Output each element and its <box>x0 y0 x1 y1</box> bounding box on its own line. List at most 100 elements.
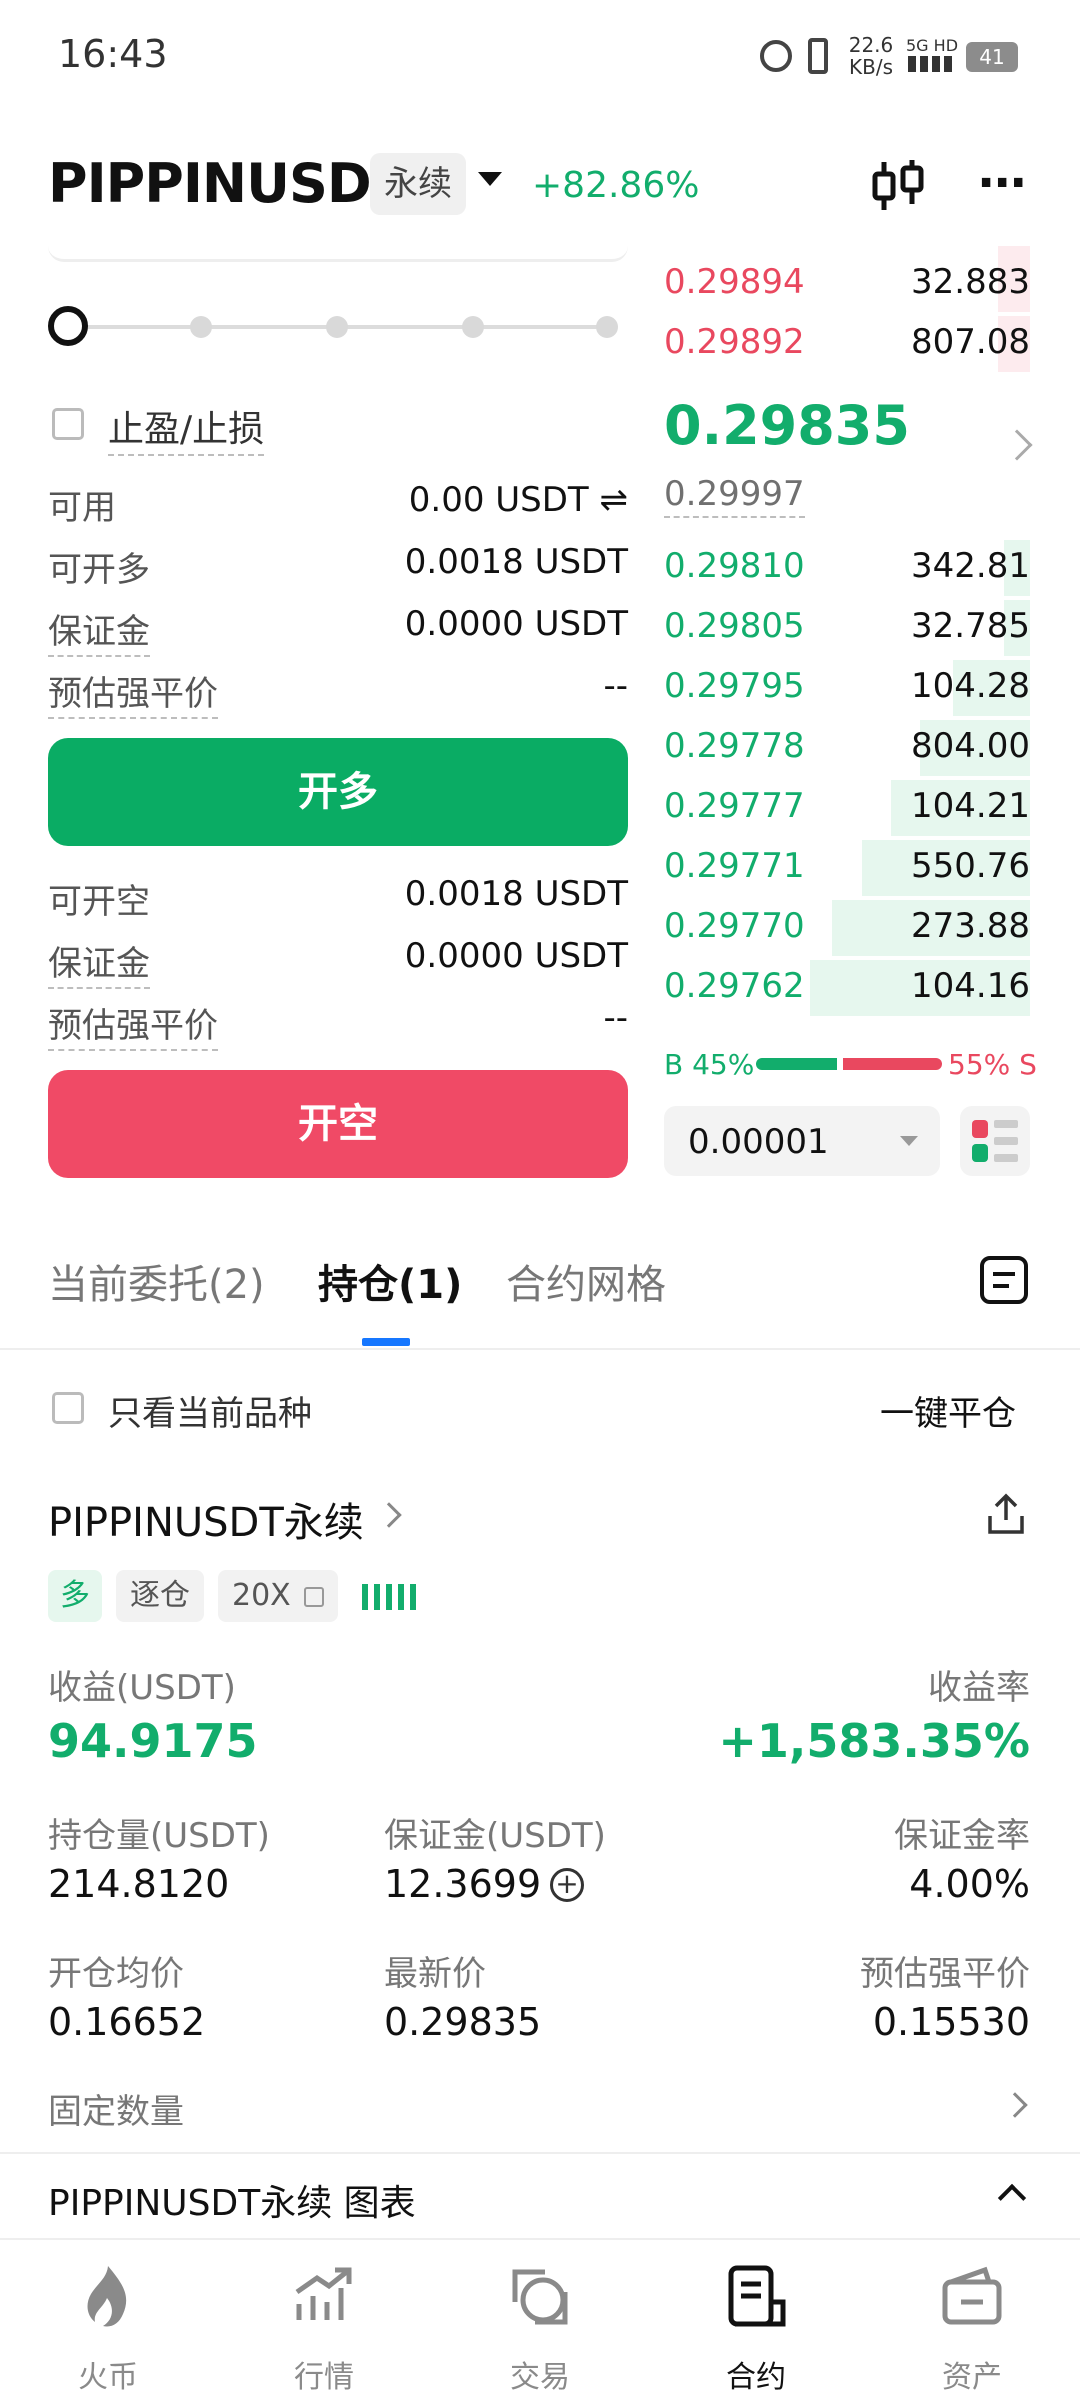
max-short-value: 0.0018 USDT <box>404 874 628 914</box>
last-price-value: 0.29835 <box>384 2000 542 2044</box>
slider-tick-25[interactable] <box>190 316 212 338</box>
margin-mode-badge: 逐仓 <box>116 1570 204 1622</box>
side-badge: 多 <box>48 1570 102 1622</box>
nav-home-label: 火币 <box>78 2360 138 2395</box>
leverage-badge[interactable]: 20X <box>218 1570 339 1622</box>
bid-qty: 104.21 <box>911 786 1030 826</box>
ratio-bar <box>756 1058 942 1070</box>
last-price[interactable]: 0.29835 <box>664 394 910 457</box>
nav-trade[interactable]: 交易 <box>470 2262 610 2396</box>
nav-assets-label: 资产 <box>942 2360 1002 2395</box>
open-short-button[interactable]: 开空 <box>48 1070 628 1178</box>
buy-ratio: B 45% <box>664 1048 755 1081</box>
nav-market-label: 行情 <box>294 2360 354 2395</box>
trend-icon <box>295 2267 352 2320</box>
layout-green-dot <box>972 1144 988 1162</box>
bid-row[interactable]: 0.29778 804.00 <box>664 718 1030 778</box>
bid-row[interactable]: 0.29810 342.81 <box>664 538 1030 598</box>
bid-price: 0.29770 <box>664 906 805 946</box>
close-all-button[interactable]: 一键平仓 <box>880 1386 1016 1435</box>
layout-line <box>994 1120 1018 1128</box>
chevron-right-icon[interactable] <box>376 1502 402 1528</box>
bid-price: 0.29810 <box>664 546 805 586</box>
orderbook-layout-icon[interactable] <box>960 1106 1030 1176</box>
ask-row[interactable]: 0.29892 807.08 <box>664 314 1030 374</box>
tab-positions[interactable]: 持仓(1) <box>318 1252 462 1310</box>
only-current-checkbox[interactable] <box>52 1392 84 1424</box>
bid-row[interactable]: 0.29770 273.88 <box>664 898 1030 958</box>
trade-icon <box>512 2269 568 2325</box>
chevron-right-icon[interactable] <box>1002 2092 1028 2118</box>
only-current-label[interactable]: 只看当前品种 <box>108 1386 312 1435</box>
size-value: 214.8120 <box>48 1862 230 1906</box>
bid-qty: 550.76 <box>911 846 1030 886</box>
bid-row[interactable]: 0.29777 104.21 <box>664 778 1030 838</box>
battery-icon: 41 <box>966 42 1018 72</box>
margin-rate-value: 4.00% <box>909 1862 1030 1906</box>
pair-title[interactable]: PIPPINUSDT <box>48 152 408 215</box>
chevron-right-icon[interactable] <box>1001 429 1033 461</box>
position-title[interactable]: PIPPINUSDT永续 <box>48 1490 364 1548</box>
max-short-label: 可开空 <box>48 882 150 922</box>
open-long-button[interactable]: 开多 <box>48 738 628 846</box>
margin-label: 保证金(USDT) <box>384 1816 606 1856</box>
slider-tick-50[interactable] <box>326 316 348 338</box>
short-liq-value: -- <box>603 998 628 1038</box>
max-long-value: 0.0018 USDT <box>404 542 628 582</box>
bid-row[interactable]: 0.29771 550.76 <box>664 838 1030 898</box>
pnl-value: 94.9175 <box>48 1714 258 1768</box>
contract-type-tag[interactable]: 永续 <box>370 153 466 215</box>
long-liq-label: 预估强平价 <box>48 666 218 719</box>
ratio-bar-buy <box>756 1058 837 1070</box>
share-icon[interactable] <box>984 1492 1028 1536</box>
bid-price: 0.29805 <box>664 606 805 646</box>
nav-home[interactable]: 火币 <box>38 2262 178 2396</box>
slider-tick-100[interactable] <box>596 316 618 338</box>
order-history-icon[interactable] <box>980 1256 1028 1304</box>
ask-price: 0.29894 <box>664 262 805 302</box>
long-liq-value: -- <box>603 666 628 706</box>
tp-sl-label[interactable]: 止盈/止损 <box>108 400 265 456</box>
nav-futures-label: 合约 <box>726 2360 786 2395</box>
fixed-qty-label[interactable]: 固定数量 <box>48 2084 184 2133</box>
tab-active-indicator <box>362 1338 410 1346</box>
tab-divider <box>0 1348 1080 1350</box>
candlestick-chart-icon[interactable] <box>868 156 928 216</box>
bid-row[interactable]: 0.29762 104.16 <box>664 958 1030 1018</box>
tab-current-orders[interactable]: 当前委托(2) <box>48 1252 265 1310</box>
bid-price: 0.29771 <box>664 846 805 886</box>
bid-row[interactable]: 0.29795 104.28 <box>664 658 1030 718</box>
transfer-icon[interactable]: ⇌ <box>600 480 629 520</box>
long-margin-value: 0.0000 USDT <box>404 604 628 644</box>
available-amount: 0.00 USDT <box>408 480 589 520</box>
pair-dropdown-icon[interactable] <box>478 172 502 186</box>
battery-level: 41 <box>979 45 1005 69</box>
slider-tick-75[interactable] <box>462 316 484 338</box>
nav-futures[interactable]: 合约 <box>686 2262 826 2396</box>
input-bottom-edge <box>48 246 628 262</box>
pnl-label: 收益(USDT) <box>48 1668 236 1708</box>
mark-price[interactable]: 0.29997 <box>664 474 805 518</box>
precision-select[interactable]: 0.00001 <box>664 1106 940 1176</box>
leverage-value: 20X <box>232 1578 291 1613</box>
bid-qty: 804.00 <box>911 726 1030 766</box>
layout-red-dot <box>972 1120 988 1138</box>
nav-assets[interactable]: 资产 <box>902 2262 1042 2396</box>
tp-sl-checkbox[interactable] <box>52 408 84 440</box>
slider-handle[interactable] <box>48 306 88 346</box>
amount-slider[interactable] <box>48 306 618 348</box>
bid-qty: 104.16 <box>911 966 1030 1006</box>
more-icon[interactable]: ⋯ <box>978 159 1028 207</box>
chevron-up-icon[interactable] <box>997 2183 1027 2213</box>
roe-label: 收益率 <box>928 1668 1030 1708</box>
add-margin-icon[interactable]: + <box>550 1868 584 1902</box>
ask-row[interactable]: 0.29894 32.883 <box>664 254 1030 314</box>
speed-value: 22.6 <box>848 33 894 57</box>
tab-contract-grid[interactable]: 合约网格 <box>506 1252 666 1310</box>
chart-section-title[interactable]: PIPPINUSDT永续 图表 <box>48 2174 416 2226</box>
precision-value: 0.00001 <box>688 1122 829 1162</box>
bid-row[interactable]: 0.29805 32.785 <box>664 598 1030 658</box>
position-liq-value: 0.15530 <box>872 2000 1030 2044</box>
margin-rate-label: 保证金率 <box>894 1816 1030 1856</box>
nav-market[interactable]: 行情 <box>254 2262 394 2396</box>
